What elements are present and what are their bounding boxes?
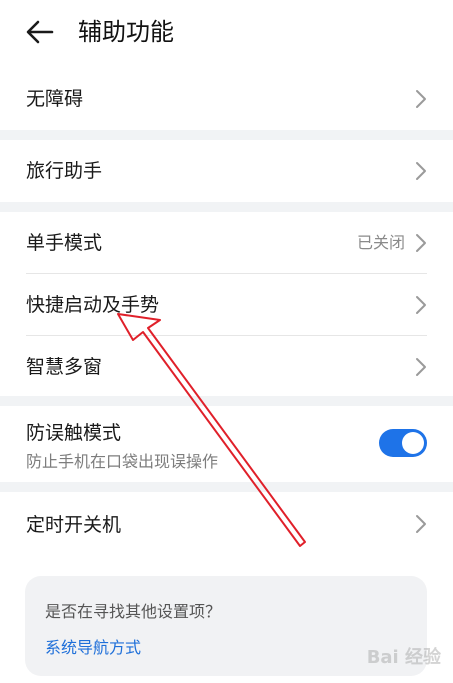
mistouch-mode-description: 防止手机在口袋出现误操作 <box>26 452 219 471</box>
one-hand-mode-status: 已关闭 <box>356 233 405 252</box>
scheduled-power-label: 定时开关机 <box>26 514 122 536</box>
chevron-right-icon <box>416 515 426 533</box>
mistouch-toggle-switch[interactable] <box>379 429 427 457</box>
shortcut-gesture-label: 快捷启动及手势 <box>26 294 160 316</box>
suggestion-question: 是否在寻找其他设置项？ <box>45 602 222 621</box>
travel-assistant-label: 旅行助手 <box>26 160 103 182</box>
section-divider <box>0 482 453 492</box>
chevron-right-icon <box>416 162 426 180</box>
one-hand-mode-label: 单手模式 <box>26 232 103 254</box>
mistouch-mode-label: 防误触模式 <box>26 422 122 444</box>
toggle-knob <box>402 432 424 454</box>
section-divider <box>0 130 453 140</box>
watermark-logo: Bai 经验 <box>366 647 441 668</box>
section-divider <box>0 202 453 212</box>
page-title: 辅助功能 <box>78 18 174 46</box>
shortcut-gesture-row[interactable]: 快捷启动及手势 <box>0 274 453 336</box>
section-divider <box>0 396 453 406</box>
chevron-right-icon <box>416 234 426 252</box>
smart-multiwindow-label: 智慧多窗 <box>26 356 103 378</box>
chevron-right-icon <box>416 90 426 108</box>
one-hand-mode-row[interactable]: 单手模式 已关闭 <box>0 212 453 274</box>
accessibility-label: 无障碍 <box>26 88 84 110</box>
chevron-right-icon <box>416 296 426 314</box>
scheduled-power-row[interactable]: 定时开关机 <box>0 492 453 556</box>
back-arrow-icon[interactable] <box>24 16 56 48</box>
accessibility-row[interactable]: 无障碍 <box>0 68 453 130</box>
system-navigation-link[interactable]: 系统导航方式 <box>45 634 141 658</box>
app-header: 辅助功能 <box>0 0 453 66</box>
chevron-right-icon <box>416 358 426 376</box>
travel-assistant-row[interactable]: 旅行助手 <box>0 140 453 202</box>
smart-multiwindow-row[interactable]: 智慧多窗 <box>0 336 453 396</box>
